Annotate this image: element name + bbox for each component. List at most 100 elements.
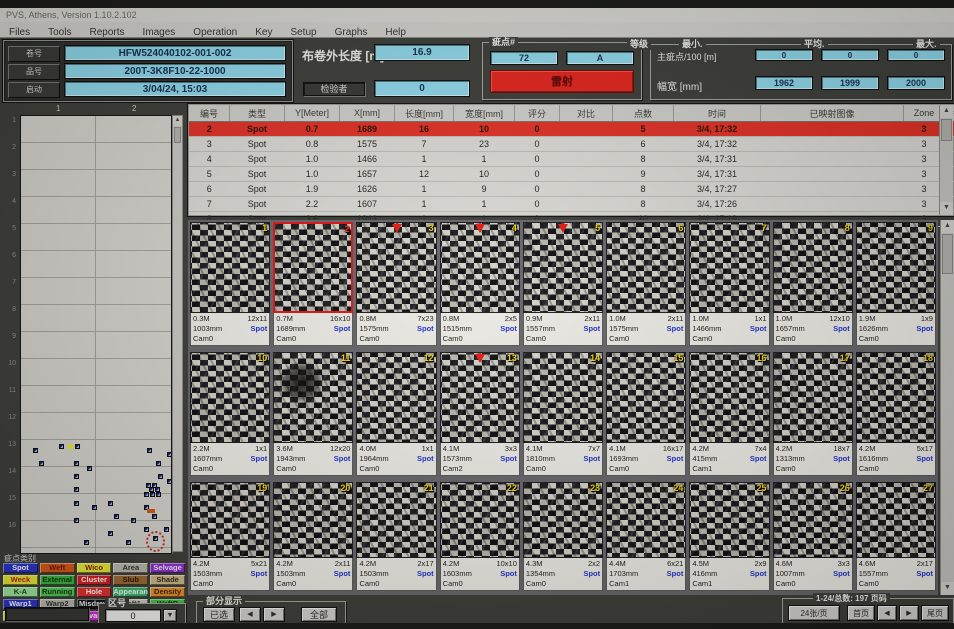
table-row[interactable]: 3Spot0.81575723063/4, 17:3231 — [189, 137, 954, 152]
table-scrollbar[interactable]: ▲ ▼ — [939, 105, 953, 215]
thumbnail-cell[interactable]: 30.8M1575mmCam07x23Spot — [356, 222, 436, 346]
thumbnail-cell[interactable]: 144.1M1810mmCam07x7Spot — [523, 352, 603, 476]
thumbnail-cell[interactable]: 234.3M1354mmCam02x2Spot — [523, 482, 603, 591]
category-button-running[interactable]: Running — [40, 587, 75, 597]
thumbnail-cell[interactable]: 194.2M1503mmCam05x21Spot — [190, 482, 270, 591]
thumbnail-cell[interactable]: 81.0M1657mmCam012x10Spot — [773, 222, 853, 346]
last-page-button[interactable]: 尾页 — [921, 605, 949, 621]
start-time-value: 3/04/24, 15:03 — [64, 81, 286, 97]
label-line-cam: Cam0 — [276, 579, 305, 589]
region-value-field[interactable]: 0 — [105, 609, 161, 622]
table-row[interactable]: 4Spot1.0146611083/4, 17:313 — [189, 152, 954, 167]
table-row[interactable]: 2Spot0.716891610053/4, 17:323 — [189, 122, 954, 137]
label-left: 1.9M1626mmCam0 — [859, 314, 888, 344]
defect-number: 16 — [757, 353, 767, 363]
thumbnail-label: 0.8M1575mmCam07x23Spot — [356, 313, 436, 346]
thumbnail-cell[interactable]: 113.6M1943mmCam012x20Spot — [273, 352, 353, 476]
thumbnail-cell[interactable]: 244.4M1703mmCam16x21Spot — [606, 482, 686, 591]
thumbnail-label: 1.0M1466mmCam01x1Spot — [689, 313, 769, 346]
region-dropdown-icon[interactable]: ▼ — [163, 609, 177, 622]
label-line-m: 4.2M — [359, 559, 388, 569]
scroll-up-icon[interactable]: ▲ — [940, 105, 953, 118]
table-row[interactable]: 7Spot2.2160711083/4, 17:263 — [189, 197, 954, 212]
map-scroll-up-icon[interactable]: ▲ — [173, 116, 182, 126]
browse-next-icon[interactable]: ▶ — [263, 607, 285, 622]
category-button-weft[interactable]: Weft — [40, 563, 75, 573]
thumbnail-cell[interactable]: 204.2M1503mmCam02x11Spot — [273, 482, 353, 591]
category-button-cluster[interactable]: Cluster — [77, 575, 112, 585]
thumbnail-cell[interactable]: 50.9M1557mmCam02x11Spot — [523, 222, 603, 346]
browse-prev-icon[interactable]: ◀ — [239, 607, 261, 622]
table-cell: 1 — [395, 182, 454, 197]
thumbnail-scrollbar[interactable]: ▲ ▼ — [940, 220, 954, 595]
start-time-row: 启动 3/04/24, 15:03 — [8, 81, 286, 97]
defect-size: 2x11 — [334, 559, 351, 569]
meter-scale-number: 7 — [12, 279, 16, 286]
scrollbar-thumb[interactable] — [941, 119, 952, 141]
thumbnail-cell[interactable]: 20.7M1689mmCam016x10Spot — [273, 222, 353, 346]
thumb-scrollbar-thumb[interactable] — [942, 234, 953, 274]
thumbnail-cell[interactable]: 224.2M1603mmCam010x10Spot — [440, 482, 520, 591]
scroll-down-icon[interactable]: ▼ — [940, 202, 953, 215]
thumb-scroll-up-icon[interactable]: ▲ — [941, 220, 954, 233]
label-right: 2x2Spot — [583, 559, 600, 589]
thumbnail-cell[interactable]: 254.5M416mmCam12x9Spot — [689, 482, 769, 591]
thumbnail-cell[interactable]: 124.0M1964mmCam01x1Spot — [356, 352, 436, 476]
defect-image: 13 — [440, 352, 520, 443]
thumbnail-cell[interactable]: 264.6M1007mmCam03x3Spot — [773, 482, 853, 591]
thumbnail-cell[interactable]: 40.8M1515mmCam02x5Spot — [440, 222, 520, 346]
defect-number: 5 — [595, 223, 600, 233]
thumbnail-cell[interactable]: 102.2M1607mmCam01x1Spot — [190, 352, 270, 476]
map-scrollbar-thumb[interactable] — [174, 127, 181, 143]
thumbnail-cell[interactable]: 274.6M1557mmCam02x17Spot — [856, 482, 936, 591]
thumbnail-cell[interactable]: 61.0M1575mmCam02x11Spot — [606, 222, 686, 346]
category-button-spot[interactable]: Spot — [3, 563, 38, 573]
category-button-shade[interactable]: Shade — [150, 575, 185, 585]
category-button-external[interactable]: External — [40, 575, 75, 585]
defect-marker-blue — [147, 448, 152, 453]
table-cell: 2 — [189, 122, 230, 137]
category-button-area[interactable]: Area — [113, 563, 148, 573]
label-line-m: 1.9M — [859, 314, 888, 324]
thumbnail-cell[interactable]: 174.2M1313mmCam018x7Spot — [773, 352, 853, 476]
defect-size: 3x3 — [500, 444, 517, 454]
thumbnail-cell[interactable]: 154.1M1693mmCam016x17Spot — [606, 352, 686, 476]
first-page-button[interactable]: 首页 — [847, 605, 875, 621]
category-button-slub[interactable]: Slub — [113, 575, 148, 585]
label-line-m: 1.0M — [609, 314, 638, 324]
label-line-x: 1503mm — [276, 569, 305, 579]
table-row[interactable]: 5Spot1.016571210093/4, 17:313 — [189, 167, 954, 182]
thumbnail-cell[interactable]: 71.0M1466mmCam01x1Spot — [689, 222, 769, 346]
defect-count-group: 疵点# 72 A 雷射 — [482, 42, 642, 100]
thumbnail-cell[interactable]: 134.1M1573mmCam23x3Spot — [440, 352, 520, 476]
defect-marker-blue — [39, 461, 44, 466]
category-button-weck[interactable]: Weck — [3, 575, 38, 585]
thumbnail-cell[interactable]: 10.3M1003mmCam012x11Spot — [190, 222, 270, 346]
category-button-hole[interactable]: Hole — [77, 587, 112, 597]
meter-scale-number: 1 — [12, 117, 16, 124]
category-button-density[interactable]: Density — [150, 587, 185, 597]
category-button-wico[interactable]: Wico — [77, 563, 112, 573]
defect-marker-blue — [144, 527, 149, 532]
map-scrollbar[interactable]: ▲ — [172, 115, 183, 552]
label-line-x: 1466mm — [692, 324, 721, 334]
thumbnail-cell[interactable]: 214.2M1503mmCam02x17Spot — [356, 482, 436, 591]
category-button-ka[interactable]: K-A — [3, 587, 38, 597]
laser-button[interactable]: 雷射 — [490, 70, 634, 93]
per-page-button[interactable]: 24张/页 — [788, 605, 840, 621]
thumbnail-cell[interactable]: 164.2M415mmCam17x4Spot — [689, 352, 769, 476]
prev-page-icon[interactable]: ◀ — [877, 605, 897, 621]
table-cell: 10 — [454, 122, 515, 137]
category-button-appearance[interactable]: Appearance — [113, 587, 148, 597]
thumbnail-cell[interactable]: 91.9M1626mmCam01x9Spot — [856, 222, 936, 346]
thumbnail-cell[interactable]: 184.2M1616mmCam05x17Spot — [856, 352, 936, 476]
next-page-icon[interactable]: ▶ — [899, 605, 919, 621]
browse-selected-button[interactable]: 已选 — [203, 607, 235, 622]
roll-defect-map[interactable] — [20, 115, 172, 554]
defect-type: Spot — [496, 569, 516, 579]
table-row[interactable]: 6Spot1.9162619083/4, 17:273 — [189, 182, 954, 197]
browse-all-button[interactable]: 全部 — [301, 607, 337, 622]
thumb-scroll-down-icon[interactable]: ▼ — [941, 582, 954, 595]
label-right: 10x10Spot — [496, 559, 516, 589]
category-button-selvage[interactable]: Selvage — [150, 563, 185, 573]
